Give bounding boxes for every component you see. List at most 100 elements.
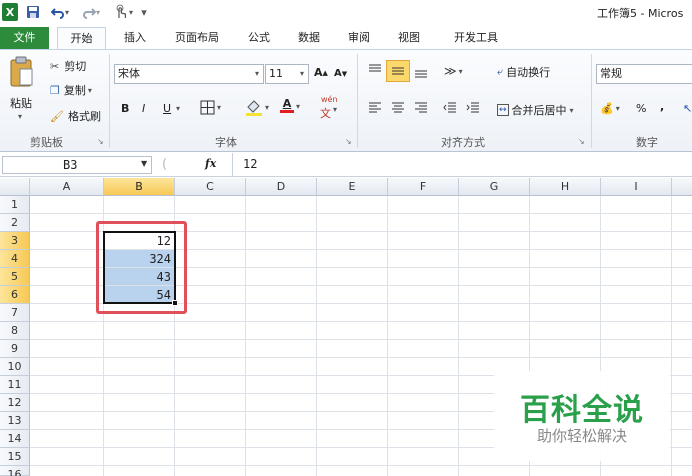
name-box-dropdown-icon[interactable]: ▼ [141, 159, 147, 168]
bold-button[interactable]: B [121, 102, 129, 115]
tab-home[interactable]: 开始 [57, 27, 106, 49]
paste-icon[interactable] [8, 54, 38, 90]
clipboard-group-label: 剪贴板 [30, 136, 63, 149]
fill-color-icon[interactable]: ▾ [245, 98, 269, 116]
align-center-icon[interactable] [391, 102, 405, 114]
row-header[interactable]: 15 [0, 448, 30, 466]
merge-center-button[interactable]: ↔ 合并后居中 ▾ [497, 102, 574, 118]
spreadsheet-grid[interactable]: A B C D E F G H I 1 2 3 4 5 6 7 8 9 10 1… [0, 178, 692, 476]
underline-dropdown-icon[interactable]: ▾ [176, 104, 180, 113]
excel-app-icon[interactable]: X [2, 3, 18, 21]
number-group-label: 数字 [636, 136, 658, 149]
row-header[interactable]: 16 [0, 466, 30, 476]
align-bottom-icon[interactable] [414, 66, 428, 78]
row-header[interactable]: 10 [0, 358, 30, 376]
decrease-indent-icon[interactable] [443, 102, 457, 114]
row-header[interactable]: 8 [0, 322, 30, 340]
orientation-icon[interactable]: ≫ ▾ [444, 64, 463, 78]
row-header[interactable]: 14 [0, 430, 30, 448]
column-header[interactable]: I [601, 178, 672, 196]
copy-dropdown-icon[interactable]: ▾ [88, 86, 92, 95]
tab-insert[interactable]: 插入 [115, 27, 155, 49]
merge-center-dropdown-icon[interactable]: ▾ [570, 106, 574, 115]
ribbon: 粘贴 ▾ ✂ 剪切 ❐ 复制 ▾ 🖌 格式刷 剪贴板 ↘ 宋体 ▾ 11 ▾ A… [0, 49, 692, 152]
font-size-dropdown-icon: ▾ [299, 69, 304, 78]
cut-button[interactable]: ✂ 剪切 [50, 58, 86, 74]
column-header[interactable]: E [317, 178, 388, 196]
tab-developer[interactable]: 开发工具 [443, 27, 509, 49]
align-top-icon[interactable] [368, 64, 382, 76]
tab-formulas[interactable]: 公式 [239, 27, 279, 49]
phonetic-icon[interactable]: wén 文 ▾ [320, 95, 338, 121]
group-divider [357, 54, 358, 148]
grow-font-icon[interactable]: A ▲ [314, 66, 328, 79]
column-header[interactable]: G [459, 178, 530, 196]
paste-button[interactable]: 粘贴 [10, 95, 32, 111]
column-header[interactable]: D [246, 178, 317, 196]
merge-center-icon: ↔ [497, 104, 509, 116]
tab-file[interactable]: 文件 [0, 27, 49, 49]
group-divider [109, 54, 110, 148]
tab-view[interactable]: 视图 [389, 27, 429, 49]
customize-qat-icon[interactable]: ▾ [138, 3, 150, 21]
tab-data[interactable]: 数据 [289, 27, 329, 49]
underline-button[interactable]: U [163, 102, 171, 115]
row-header-selected[interactable]: 5 [0, 268, 30, 286]
watermark-title: 百科全说 [520, 393, 644, 428]
font-color-icon[interactable]: A [280, 98, 294, 113]
column-header[interactable] [672, 178, 692, 196]
copy-button[interactable]: ❐ 复制 ▾ [50, 82, 92, 98]
align-middle-icon[interactable] [386, 60, 410, 82]
row-header[interactable]: 7 [0, 304, 30, 322]
row-header-selected[interactable]: 3 [0, 232, 30, 250]
number-format-select[interactable]: 常规 [596, 64, 692, 84]
redo-icon[interactable]: ▾ [78, 3, 104, 21]
row-header-selected[interactable]: 4 [0, 250, 30, 268]
column-header[interactable]: C [175, 178, 246, 196]
increase-decimal-icon[interactable]: ↖ [683, 102, 692, 115]
shrink-font-icon[interactable]: A ▼ [334, 68, 347, 79]
name-box[interactable]: B3 [2, 156, 152, 174]
increase-indent-icon[interactable] [466, 102, 480, 114]
watermark: 百科全说 助你轻松解决 [494, 371, 670, 461]
font-size-select[interactable]: 11 ▾ [265, 64, 309, 84]
row-header-selected[interactable]: 6 [0, 286, 30, 304]
column-header[interactable]: H [530, 178, 601, 196]
column-header-selected[interactable]: B [104, 178, 175, 196]
tab-review[interactable]: 审阅 [339, 27, 379, 49]
row-header[interactable]: 12 [0, 394, 30, 412]
row-header[interactable]: 9 [0, 340, 30, 358]
format-painter-button[interactable]: 🖌 格式刷 [50, 108, 101, 124]
insert-function-icon[interactable]: fx [205, 157, 216, 170]
comma-button[interactable]: , [660, 100, 664, 113]
copy-label: 复制 [63, 84, 86, 97]
font-color-dropdown-icon[interactable]: ▾ [296, 102, 300, 111]
borders-icon[interactable]: ▾ [200, 100, 221, 115]
column-header[interactable]: A [30, 178, 104, 196]
select-all-corner[interactable] [0, 178, 30, 196]
row-header[interactable]: 1 [0, 196, 30, 214]
alignment-launcher-icon[interactable]: ↘ [578, 137, 585, 146]
row-header[interactable]: 11 [0, 376, 30, 394]
tab-page-layout[interactable]: 页面布局 [166, 27, 228, 49]
column-header[interactable]: F [388, 178, 459, 196]
title-bar: X ▾ ▾ ▾ ▾ 工作簿5 - Micros [0, 0, 692, 25]
undo-icon[interactable]: ▾ [47, 3, 73, 21]
formula-input[interactable]: 12 [243, 157, 257, 171]
row-header[interactable]: 2 [0, 214, 30, 232]
font-name-select[interactable]: 宋体 ▾ [114, 64, 264, 84]
paste-dropdown-icon[interactable]: ▾ [18, 112, 22, 121]
clipboard-launcher-icon[interactable]: ↘ [97, 137, 104, 146]
accounting-format-icon[interactable]: 💰 ▾ [600, 102, 620, 115]
align-left-icon[interactable] [368, 102, 382, 114]
save-icon[interactable] [24, 3, 42, 21]
wrap-text-button[interactable]: ⤶ 自动换行 [497, 64, 550, 80]
font-launcher-icon[interactable]: ↘ [345, 137, 352, 146]
align-right-icon[interactable] [414, 102, 428, 114]
percent-button[interactable]: % [636, 102, 646, 115]
touch-mode-icon[interactable]: ▾ [110, 3, 136, 21]
font-name-value: 宋体 [118, 67, 140, 80]
italic-button[interactable]: I [142, 102, 145, 115]
row-header[interactable]: 13 [0, 412, 30, 430]
merge-center-label: 合并后居中 [511, 104, 567, 117]
